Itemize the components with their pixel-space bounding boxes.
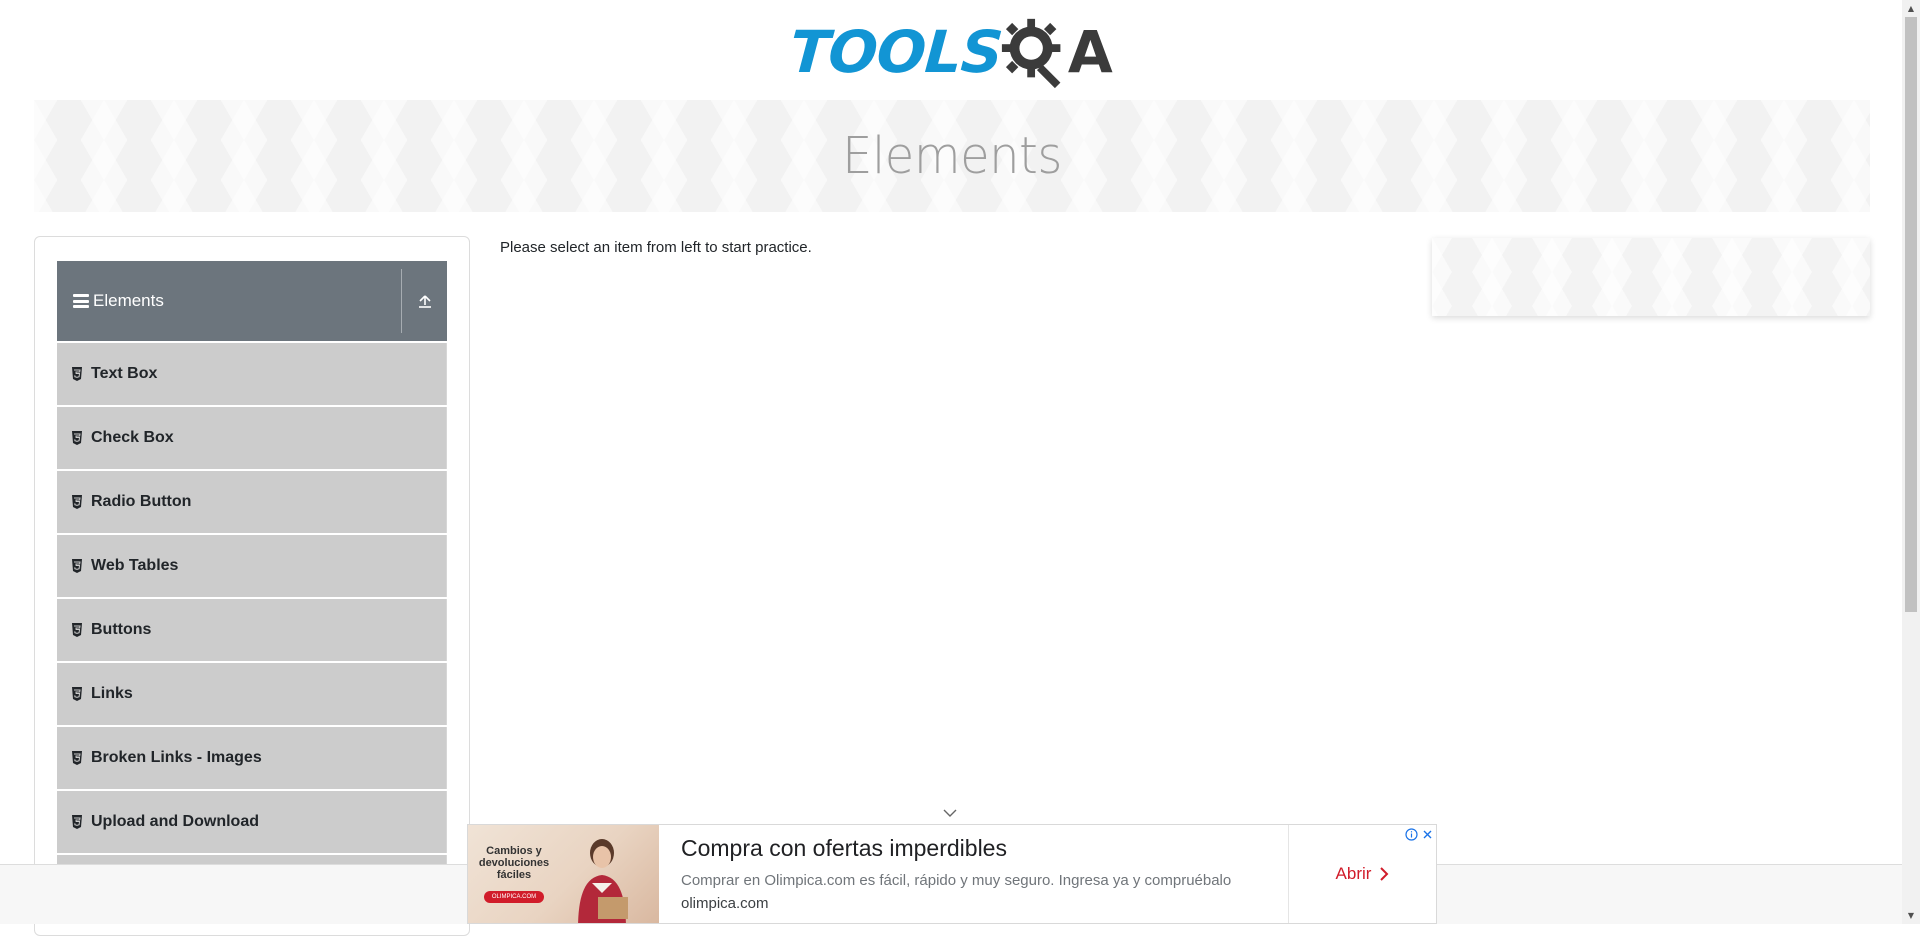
- sidebar-menu-list: Text Box Check Box Radio Button Web Tabl…: [57, 343, 447, 919]
- sidebar-item-radio-button[interactable]: Radio Button: [57, 471, 447, 533]
- practice-instruction: Please select an item from left to start…: [500, 239, 812, 256]
- ad-open-label: Abrir: [1335, 864, 1372, 883]
- scroll-up-arrow[interactable]: ▲: [1902, 0, 1920, 17]
- scroll-thumb[interactable]: [1905, 17, 1917, 612]
- ad-image-caption: Cambios y devoluciones fáciles: [478, 845, 550, 882]
- sidebar-item-label: Upload and Download: [91, 813, 259, 830]
- sidebar-item-label: Radio Button: [91, 493, 192, 510]
- sidebar-item-label: Links: [91, 685, 133, 702]
- sidebar-item-label: Check Box: [91, 429, 174, 446]
- sidebar-item-links[interactable]: Links: [57, 663, 447, 725]
- ad-headline[interactable]: Compra con ofertas imperdibles: [681, 835, 1266, 862]
- close-icon[interactable]: [1420, 827, 1434, 841]
- html5-icon: [72, 687, 82, 701]
- gear-magnifier-icon: [1001, 18, 1061, 89]
- scroll-down-arrow[interactable]: ▼: [1902, 907, 1920, 924]
- ad-person-illustration: [578, 839, 628, 923]
- html5-icon: [72, 815, 82, 829]
- ad-controls: [1404, 827, 1434, 841]
- html5-icon: [72, 623, 82, 637]
- sidebar-item-upload-and-download[interactable]: Upload and Download: [57, 791, 447, 853]
- sidebar-item-label: Broken Links - Images: [91, 749, 262, 766]
- info-icon[interactable]: [1404, 827, 1418, 841]
- ad-domain: olimpica.com: [681, 895, 769, 912]
- sidebar-group-title: Elements: [93, 291, 164, 310]
- sidebar-item-label: Text Box: [91, 365, 158, 382]
- ad-image-logo: OLIMPICA.COM: [484, 891, 544, 903]
- sidebar-item-check-box[interactable]: Check Box: [57, 407, 447, 469]
- ad-open-button[interactable]: Abrir: [1336, 864, 1390, 884]
- sidebar-group-divider: [401, 269, 402, 333]
- html5-icon: [72, 559, 82, 573]
- ad-image: Cambios y devoluciones fáciles OLIMPICA.…: [468, 825, 659, 923]
- site-header: TOOLS A: [0, 0, 1902, 100]
- sidebar-item-text-box[interactable]: Text Box: [57, 343, 447, 405]
- right-ad-placeholder: [1432, 238, 1870, 316]
- html5-icon: [72, 495, 82, 509]
- ad-description: Comprar en Olimpica.com es fácil, rápido…: [681, 872, 1232, 889]
- sidebar-item-web-tables[interactable]: Web Tables: [57, 535, 447, 597]
- page-scrollbar[interactable]: ▲ ▼: [1902, 0, 1920, 924]
- sidebar-panel: Elements Text Box Check Box Radio Button…: [34, 236, 470, 936]
- chevron-right-icon: [1380, 867, 1389, 881]
- page-banner: Elements: [34, 100, 1870, 212]
- ad-content: Compra con ofertas imperdibles Comprar e…: [659, 825, 1288, 923]
- html5-icon: [72, 367, 82, 381]
- toolsqa-logo[interactable]: TOOLS A: [787, 14, 1116, 90]
- logo-a-text: A: [1067, 18, 1113, 86]
- logo-tools-text: TOOLS: [787, 18, 1005, 86]
- chevron-down-icon[interactable]: [940, 806, 960, 820]
- sidebar-item-label: Buttons: [91, 621, 152, 638]
- html5-icon: [72, 431, 82, 445]
- sidebar-item-buttons[interactable]: Buttons: [57, 599, 447, 661]
- html5-icon: [72, 751, 82, 765]
- sidebar-group-header-elements[interactable]: Elements: [57, 261, 447, 341]
- page-title: Elements: [842, 126, 1062, 186]
- collapse-up-icon[interactable]: [415, 291, 435, 311]
- menu-icon: [73, 294, 89, 308]
- sidebar-item-broken-links-images[interactable]: Broken Links - Images: [57, 727, 447, 789]
- bottom-ad-banner[interactable]: Cambios y devoluciones fáciles OLIMPICA.…: [467, 824, 1437, 924]
- sidebar-item-label: Web Tables: [91, 557, 179, 574]
